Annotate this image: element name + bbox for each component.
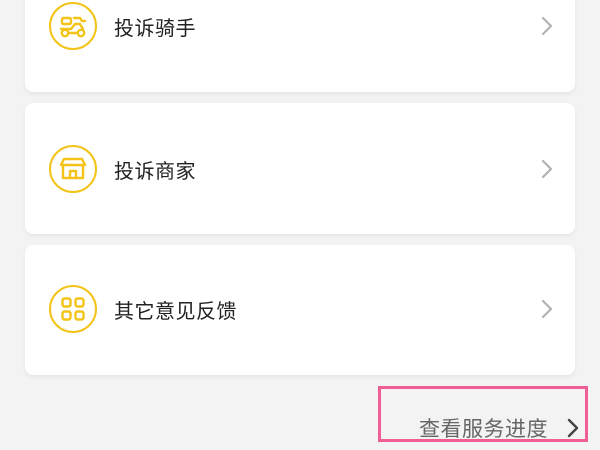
complain-rider-row[interactable]: 投诉骑手 <box>49 0 557 52</box>
scooter-icon <box>49 2 97 50</box>
other-feedback-card[interactable]: 其它意见反馈 <box>25 245 575 375</box>
chevron-right-icon <box>537 297 557 321</box>
complain-rider-card[interactable]: 投诉骑手 <box>25 0 575 92</box>
other-feedback-row[interactable]: 其它意见反馈 <box>49 283 557 335</box>
store-icon <box>49 145 97 193</box>
other-feedback-label: 其它意见反馈 <box>114 298 237 323</box>
chevron-right-icon <box>537 157 557 181</box>
chevron-right-icon <box>537 14 557 38</box>
complain-merchant-card[interactable]: 投诉商家 <box>25 103 575 234</box>
complain-merchant-row[interactable]: 投诉商家 <box>49 143 557 195</box>
grid-icon <box>49 285 97 333</box>
view-service-progress-link[interactable]: 查看服务进度 <box>378 386 588 442</box>
chevron-right-icon <box>567 418 579 442</box>
complain-merchant-label: 投诉商家 <box>114 158 196 183</box>
complain-rider-label: 投诉骑手 <box>114 15 196 40</box>
view-service-progress-label: 查看服务进度 <box>419 417 548 441</box>
